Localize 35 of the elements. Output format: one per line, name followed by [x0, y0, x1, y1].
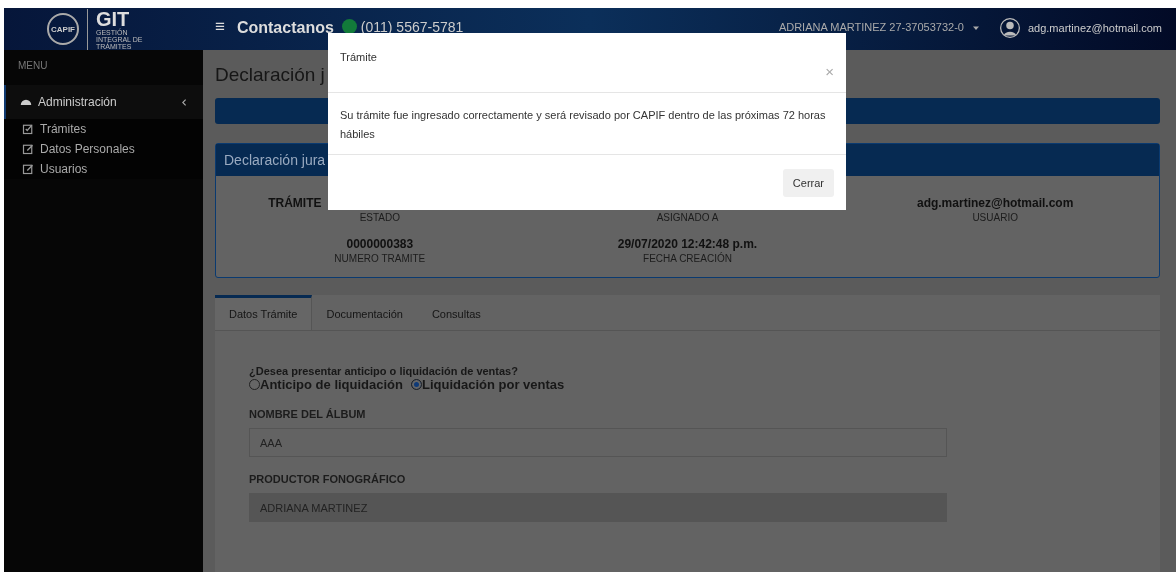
- sidebar-heading: MENU: [17, 60, 49, 73]
- field-label: PRODUCTOR FONOGRÁFICO: [249, 473, 407, 485]
- logo-badge: CAPIF: [47, 13, 79, 45]
- radio-label: Liquidación por ventas: [422, 377, 565, 392]
- page-title: Declaración j: [215, 63, 325, 87]
- user-menu[interactable]: ADRIANA MARTINEZ 27-37053732-0: [778, 22, 980, 33]
- field-label: NOMBRE DEL ÁLBUM: [249, 408, 367, 420]
- phone-number: (011) 5567-5781: [360, 19, 464, 34]
- field-value: adg.martinez@hotmail.com: [916, 196, 1074, 211]
- user-email: adg.martinez@hotmail.com: [1027, 22, 1162, 34]
- contact-title: Contactanos: [236, 20, 334, 36]
- menu-icon[interactable]: ≡: [215, 18, 225, 35]
- field-label: ESTADO: [359, 212, 400, 224]
- question-text: ¿Desea presentar anticipo o liquidación de ventas?: [249, 365, 519, 377]
- chevron-icon: [180, 97, 189, 107]
- field-label: FECHA CREACIÓN: [643, 253, 732, 265]
- sidebar-item[interactable]: Administración: [4, 85, 203, 119]
- radio-button[interactable]: [411, 379, 422, 390]
- radio-label: Anticipo de liquidación: [260, 377, 403, 392]
- edit-icon: [22, 143, 34, 155]
- checkbox-icon: [22, 123, 34, 135]
- user-avatar-icon: [999, 18, 1020, 38]
- close-dialog-button[interactable]: Cerrar: [782, 168, 834, 197]
- field-value: TRÁMITE: [268, 196, 322, 211]
- modal-message: Su trámite fue ingresado correctamente y será revisado por CAPIF dentro de las próximas 72 horas hábiles: [340, 108, 827, 142]
- radio-button[interactable]: [249, 379, 260, 390]
- field-label: NUMERO TRAMITE: [334, 253, 426, 265]
- modal-title: Trámite: [340, 51, 377, 63]
- field-value: 29/07/2020 12:42:48 p.m.: [617, 237, 758, 252]
- logo-text: GIT: [96, 8, 131, 29]
- field-value: 0000000383: [346, 237, 414, 252]
- panel-title: Declaración jura: [224, 152, 326, 169]
- edit-icon: [22, 163, 34, 175]
- field-label: ASIGNADO A: [656, 212, 719, 224]
- field-label: USUARIO: [972, 212, 1018, 224]
